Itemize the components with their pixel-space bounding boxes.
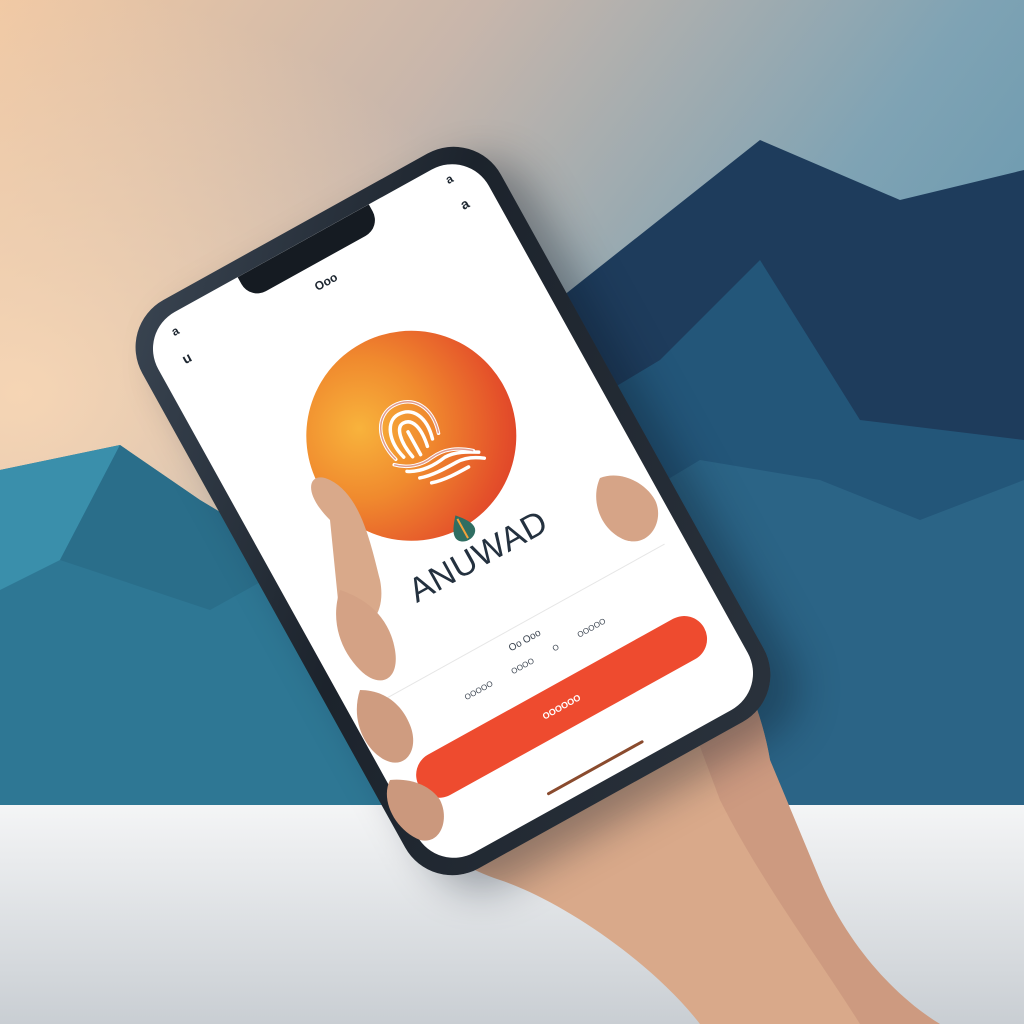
footer-link[interactable]: OOOOO <box>576 617 608 640</box>
footer-link[interactable]: OOOOO <box>463 679 495 702</box>
footer-link[interactable]: OOOO <box>510 656 536 676</box>
status-time: a <box>168 323 182 339</box>
footer-link[interactable]: O <box>551 642 561 653</box>
status-signal: a <box>443 171 456 187</box>
